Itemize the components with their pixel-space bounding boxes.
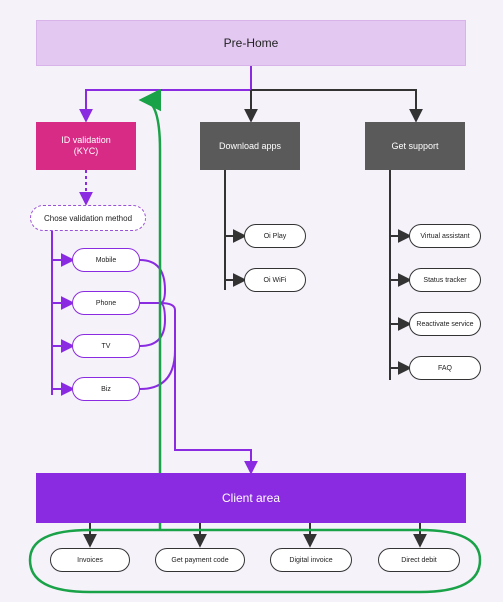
download-apps-node: Download apps xyxy=(200,122,300,170)
client-invoices: Invoices xyxy=(50,548,130,572)
client-area-node: Client area xyxy=(36,473,466,523)
app-oi-play: Oi Play xyxy=(244,224,306,248)
support-status-tracker: Status tracker xyxy=(409,268,481,292)
prehome-node: Pre-Home xyxy=(36,20,466,66)
channel-phone: Phone xyxy=(72,291,140,315)
id-validation-node: ID validation (KYC) xyxy=(36,122,136,170)
support-faq: FAQ xyxy=(409,356,481,380)
support-reactivate: Reactivate service xyxy=(409,312,481,336)
channel-biz: Biz xyxy=(72,377,140,401)
support-virtual-assistant: Virtual assistant xyxy=(409,224,481,248)
client-digital-invoice: Digital invoice xyxy=(270,548,352,572)
channel-tv: TV xyxy=(72,334,140,358)
channel-mobile: Mobile xyxy=(72,248,140,272)
app-oi-wifi: Oi WiFi xyxy=(244,268,306,292)
chose-method-node: Chose validation method xyxy=(30,205,146,231)
get-support-node: Get support xyxy=(365,122,465,170)
client-payment-code: Get payment code xyxy=(155,548,245,572)
client-direct-debit: Direct debit xyxy=(378,548,460,572)
